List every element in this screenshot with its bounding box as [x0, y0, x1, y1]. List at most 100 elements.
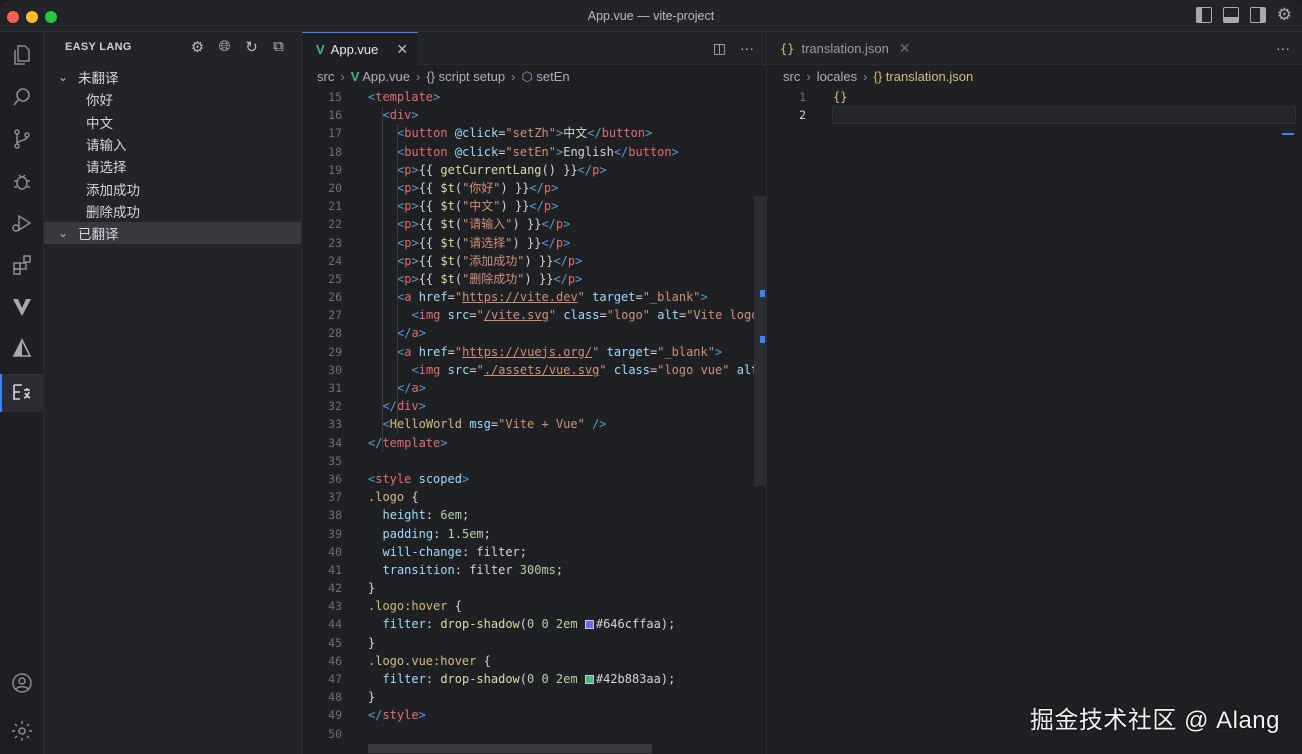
extensions-icon[interactable] [0, 246, 44, 284]
line-number: 16 [328, 108, 342, 123]
refresh-icon[interactable]: ↻ [243, 38, 260, 56]
breadcrumb-item[interactable]: locales [817, 69, 857, 84]
deploy-icon[interactable] [0, 330, 44, 368]
json-file-icon: {} [780, 41, 795, 56]
tree-item[interactable]: 添加成功 [44, 177, 301, 199]
breadcrumb-item[interactable]: setEn [536, 69, 569, 84]
title-bar: App.vue — vite-project ⚙ [0, 0, 1302, 32]
code-line: 28 </a> [302, 324, 754, 342]
breadcrumb-item[interactable]: src [317, 69, 334, 84]
code-editor[interactable]: 1 {} 2 [768, 88, 1302, 124]
settings-gear-icon[interactable]: ⚙ [189, 38, 206, 56]
search-icon[interactable] [0, 78, 44, 116]
line-number: 2 [799, 108, 806, 123]
code-line: 37 .logo { [302, 488, 754, 506]
tree-group-untranslated[interactable]: ⌄ 未翻译 [44, 66, 301, 88]
line-number: 47 [328, 672, 342, 686]
code-line: 45} [302, 634, 754, 652]
vitest-icon[interactable] [0, 288, 44, 326]
line-number: 45 [328, 635, 342, 650]
code-line: 44 filter: drop-shadow(0 0 2em #646cffaa)… [302, 615, 754, 633]
line-number: 29 [328, 344, 342, 359]
code-line: 1 {} [768, 88, 1302, 106]
breadcrumb-item[interactable]: {} translation.json [874, 69, 974, 84]
code-line: 16 <div> [302, 106, 754, 124]
tree-group-translated[interactable]: ⌄ 已翻译 [44, 222, 301, 245]
easy-lang-sidebar: EASY LANG ⚙ 🌐︎ ↻ ⧉ ⌄ 未翻译 你好 中文 请输入 请选择 添… [44, 32, 302, 754]
code-text: <button @click="setEn">English</button> [397, 144, 679, 159]
breadcrumb-item[interactable]: src [783, 69, 800, 84]
code-text: </a> [397, 326, 426, 341]
breadcrumb: src › locales ›{} translation.json [783, 69, 974, 84]
breadcrumb-item[interactable]: {} script setup [426, 69, 505, 84]
code-line: 23 <p>{{ $t("请选择") }}</p> [302, 234, 754, 252]
tree-item[interactable]: 删除成功 [44, 200, 301, 222]
split-editor-icon[interactable]: ◫ [713, 40, 726, 57]
tree-item[interactable]: 请输入 [44, 133, 301, 155]
code-line: 36 <style scoped> [302, 470, 754, 488]
more-actions-icon[interactable]: ··· [1276, 40, 1290, 56]
line-number: 50 [328, 726, 342, 741]
code-text: } [368, 581, 376, 596]
debug-icon[interactable] [0, 162, 44, 200]
more-actions-icon[interactable]: ··· [740, 40, 754, 57]
easy-lang-icon[interactable] [0, 374, 44, 412]
code-text: {} [833, 90, 848, 104]
account-icon[interactable] [0, 664, 44, 702]
tab-translation-json[interactable]: {} translation.json ✕ [768, 32, 921, 65]
line-number: 22 [328, 217, 342, 232]
tab-app-vue[interactable]: V App.vue ✕ [302, 32, 419, 65]
code-text: <p>{{ $t("中文") }}</p> [397, 199, 559, 214]
code-line: 32 </div> [302, 397, 754, 415]
tree-item[interactable]: 你好 [44, 88, 301, 110]
source-control-icon[interactable] [0, 120, 44, 158]
line-number: 23 [328, 235, 342, 250]
line-number: 17 [328, 126, 342, 141]
code-text: <img src="./assets/vue.svg" class="logo … [411, 362, 755, 377]
globe-icon[interactable]: 🌐︎ [216, 38, 233, 55]
explorer-icon[interactable] [0, 36, 44, 74]
tree-item[interactable]: 请选择 [44, 155, 301, 177]
line-number: 46 [328, 653, 342, 668]
code-text: <p>{{ $t("你好") }}</p> [397, 180, 559, 195]
toggle-panel-icon[interactable] [1222, 7, 1239, 23]
code-text: .logo { [368, 490, 419, 505]
code-text: will-change: filter; [382, 544, 528, 559]
code-text: <template> [368, 90, 441, 104]
code-line: 17 <button @click="setZh">中文</button> [302, 124, 754, 142]
collapse-all-icon[interactable]: ⧉ [270, 38, 287, 55]
tab-bar: {} translation.json ✕ ··· [768, 32, 1302, 65]
close-tab-icon[interactable]: ✕ [396, 41, 408, 58]
vscode-window: App.vue — vite-project ⚙ EASY LANG ⚙ 🌐︎ … [0, 0, 1302, 754]
run-debug-icon[interactable] [0, 204, 44, 242]
code-line: 40 will-change: filter; [302, 543, 754, 561]
horizontal-scrollbar[interactable] [368, 744, 652, 753]
tab-bar: V App.vue ✕ ◫ ··· [302, 32, 766, 65]
tree-item[interactable]: 中文 [44, 111, 301, 133]
manage-gear-icon[interactable] [0, 712, 44, 750]
code-text: filter: drop-shadow(0 0 2em #42b883aa); [382, 672, 676, 686]
code-line: 46 .logo.vue:hover { [302, 652, 754, 670]
chevron-down-icon: ⌄ [58, 226, 69, 241]
code-line: 50 [302, 725, 754, 743]
code-line: 38 height: 6em; [302, 506, 754, 524]
customize-layout-gear-icon[interactable]: ⚙ [1277, 6, 1292, 23]
window-title: App.vue — vite-project [587, 9, 715, 23]
code-line: 21 <p>{{ $t("中文") }}</p> [302, 197, 754, 215]
code-line: 18 <button @click="setEn">English</button… [302, 143, 754, 161]
code-editor[interactable]: 15 <template> 16 <div> 17 <button @click="set… [302, 88, 754, 754]
code-line: 22 <p>{{ $t("请输入") }}</p> [302, 215, 754, 233]
toggle-secondary-sidebar-icon[interactable] [1249, 7, 1266, 23]
indent-guide [382, 106, 383, 452]
breadcrumb-item[interactable]: App.vue [362, 69, 410, 84]
toggle-primary-sidebar-icon[interactable] [1195, 7, 1212, 23]
sidebar-title: EASY LANG [65, 41, 132, 53]
code-text: <button @click="setZh">中文</button> [397, 126, 653, 141]
code-text: <p>{{ $t("添加成功") }}</p> [397, 253, 583, 268]
line-number: 30 [328, 362, 342, 377]
line-number: 49 [328, 708, 342, 723]
code-line: 30 <img src="./assets/vue.svg" class="log… [302, 361, 754, 379]
close-tab-icon[interactable]: ✕ [899, 40, 911, 57]
line-number: 44 [328, 617, 342, 632]
